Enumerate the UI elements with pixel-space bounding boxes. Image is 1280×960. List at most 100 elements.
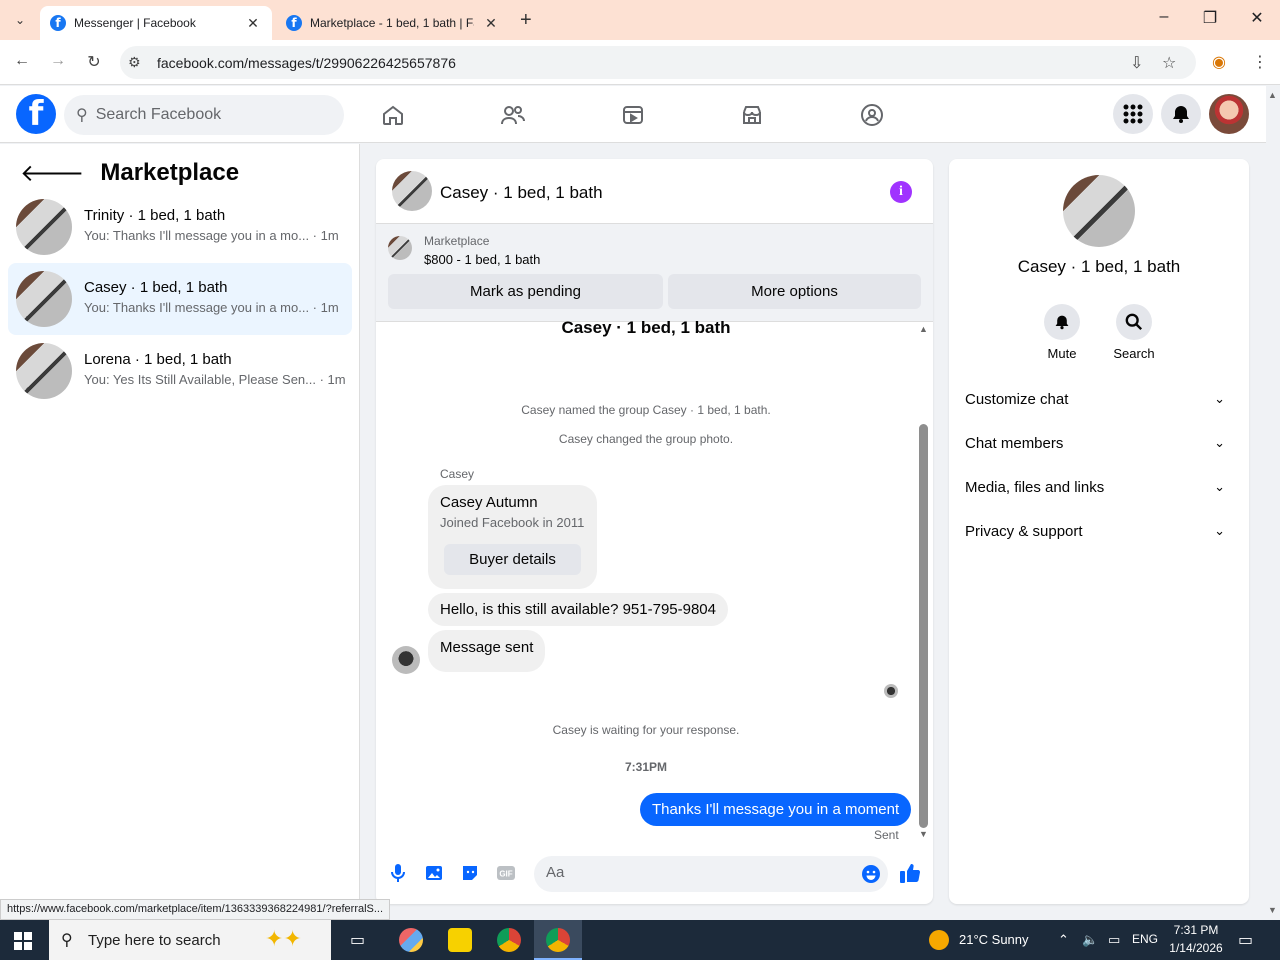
- weather-text[interactable]: 21°C Sunny: [959, 932, 1029, 947]
- tab-search-chevron-icon[interactable]: ⌄: [8, 8, 32, 32]
- chat-title[interactable]: Casey · 1 bed, 1 bath: [440, 183, 603, 203]
- tray-chevron-icon[interactable]: ⌃: [1058, 932, 1069, 948]
- section-privacy-support[interactable]: Privacy & support ⌄: [965, 523, 1233, 543]
- microphone-icon[interactable]: [387, 862, 409, 884]
- marketplace-listing-bar: Marketplace $800 - 1 bed, 1 bath Mark as…: [376, 224, 933, 322]
- forward-icon[interactable]: →: [48, 52, 68, 70]
- facebook-search[interactable]: ⚲: [64, 95, 344, 135]
- windows-start-icon[interactable]: [14, 932, 32, 950]
- search-in-chat-button[interactable]: Search: [1104, 304, 1164, 361]
- section-label: Privacy & support: [965, 523, 1083, 540]
- tab-close-icon[interactable]: ✕: [244, 15, 262, 32]
- account-avatar[interactable]: [1209, 94, 1249, 134]
- mute-label: Mute: [1047, 346, 1077, 361]
- listing-thumbnail[interactable]: [388, 236, 412, 260]
- back-icon[interactable]: ←: [12, 52, 32, 70]
- sticker-icon[interactable]: [459, 862, 481, 884]
- page-scroll-down-icon[interactable]: ▼: [1268, 905, 1277, 915]
- marketplace-icon[interactable]: [737, 100, 767, 130]
- site-settings-icon[interactable]: ⚙: [128, 54, 141, 71]
- paint-app-icon[interactable]: [399, 928, 423, 952]
- chat-info-panel: Casey · 1 bed, 1 bath Mute Search Custom…: [949, 159, 1249, 904]
- chat-thumbnail[interactable]: [392, 171, 432, 211]
- language-indicator[interactable]: ENG: [1132, 932, 1158, 946]
- back-arrow-icon[interactable]: 🡐: [20, 158, 84, 188]
- sender-avatar[interactable]: [392, 646, 420, 674]
- message-input-box[interactable]: [534, 856, 888, 892]
- chrome-profile-icon[interactable]: [497, 928, 521, 952]
- tab-messenger[interactable]: f Messenger | Facebook ✕: [40, 6, 272, 40]
- groups-icon[interactable]: [857, 100, 887, 130]
- more-options-button[interactable]: More options: [668, 274, 921, 309]
- gif-icon[interactable]: GIF: [495, 862, 517, 884]
- svg-text:GIF: GIF: [499, 870, 512, 879]
- thread-title: Casey · 1 bed, 1 bath: [561, 318, 731, 337]
- section-chat-members[interactable]: Chat members ⌄: [965, 435, 1233, 455]
- taskbar-search[interactable]: ⚲ Type here to search ✦✦: [49, 920, 331, 960]
- reload-icon[interactable]: ↻: [84, 52, 104, 72]
- info-icon[interactable]: i: [890, 181, 912, 203]
- incoming-message[interactable]: Message sent: [428, 630, 546, 672]
- emoji-icon[interactable]: [860, 863, 882, 885]
- install-app-icon[interactable]: ⇩: [1130, 53, 1143, 73]
- bell-icon: [1044, 304, 1080, 340]
- chevron-down-icon: ⌄: [1214, 391, 1225, 406]
- scroll-down-arrow-icon[interactable]: ▼: [919, 829, 928, 839]
- tab-marketplace[interactable]: f Marketplace - 1 bed, 1 bath | Fa ✕: [276, 6, 510, 40]
- browser-menu-icon[interactable]: ⋮: [1252, 52, 1268, 72]
- conversation-preview: You: Yes Its Still Available, Please Sen…: [84, 372, 346, 387]
- facebook-top-nav: f ⚲: [0, 86, 1266, 143]
- search-label: Search: [1113, 346, 1155, 361]
- chat-scrollbar[interactable]: [919, 424, 928, 828]
- mute-button[interactable]: Mute: [1032, 304, 1092, 361]
- clock-date[interactable]: 1/14/2026: [1166, 941, 1226, 955]
- clock-time[interactable]: 7:31 PM: [1170, 923, 1222, 937]
- chrome-active-icon[interactable]: [546, 928, 570, 952]
- conversation-name: Casey · 1 bed, 1 bath: [84, 279, 228, 296]
- incoming-message[interactable]: Hello, is this still available? 951-795-…: [428, 593, 728, 626]
- task-view-icon[interactable]: ▭: [350, 930, 365, 950]
- scroll-up-arrow-icon[interactable]: ▲: [919, 324, 928, 334]
- conversation-item-selected[interactable]: Casey · 1 bed, 1 bath You: Thanks I'll m…: [8, 263, 352, 335]
- like-thumb-icon[interactable]: [899, 862, 921, 884]
- outgoing-message[interactable]: Thanks I'll message you in a moment: [640, 793, 912, 826]
- restore-icon[interactable]: ❐: [1190, 8, 1230, 28]
- new-tab-icon[interactable]: +: [520, 9, 532, 32]
- group-photo[interactable]: [1063, 175, 1135, 247]
- tab-title: Marketplace - 1 bed, 1 bath | Fa: [310, 16, 474, 30]
- omnibox[interactable]: ⚙ facebook.com/messages/t/29906226425657…: [120, 46, 1196, 79]
- url-text[interactable]: facebook.com/messages/t/2990622642565787…: [157, 55, 456, 71]
- buyer-details-button[interactable]: Buyer details: [444, 544, 581, 575]
- conversation-item[interactable]: Trinity · 1 bed, 1 bath You: Thanks I'll…: [8, 191, 352, 263]
- mark-pending-button[interactable]: Mark as pending: [388, 274, 663, 309]
- bookmark-star-icon[interactable]: ☆: [1162, 53, 1176, 73]
- listing-thumbnail: [16, 271, 72, 327]
- home-icon[interactable]: [378, 100, 408, 130]
- section-customize-chat[interactable]: Customize chat ⌄: [965, 391, 1233, 411]
- windows-taskbar: ⚲ Type here to search ✦✦ ▭ 21°C Sunny ⌃ …: [0, 920, 1280, 960]
- listing-thumbnail: [16, 343, 72, 399]
- browser-tab-bar: ⌄ f Messenger | Facebook ✕ f Marketplace…: [0, 0, 1280, 40]
- facebook-search-input[interactable]: [95, 106, 316, 124]
- tab-close-icon[interactable]: ✕: [482, 15, 500, 32]
- notifications-bell-icon[interactable]: [1161, 94, 1201, 134]
- facebook-logo-icon[interactable]: f: [16, 94, 56, 134]
- notification-center-icon[interactable]: ▭: [1238, 930, 1253, 950]
- profile-icon[interactable]: ◉: [1212, 52, 1226, 72]
- message-input[interactable]: [546, 864, 846, 881]
- video-icon[interactable]: [618, 100, 648, 130]
- network-icon[interactable]: ▭: [1108, 932, 1120, 948]
- photo-icon[interactable]: [423, 862, 445, 884]
- window-close-icon[interactable]: ✕: [1237, 8, 1277, 28]
- status-bar-url: https://www.facebook.com/marketplace/ite…: [0, 899, 391, 920]
- section-media-files-links[interactable]: Media, files and links ⌄: [965, 479, 1233, 499]
- sticky-notes-icon[interactable]: [448, 928, 472, 952]
- volume-icon[interactable]: 🔈: [1082, 932, 1098, 948]
- minimize-icon[interactable]: –: [1144, 8, 1184, 26]
- friends-icon[interactable]: [498, 100, 528, 130]
- address-bar: ← → ↻ ⚙ facebook.com/messages/t/29906226…: [0, 40, 1280, 85]
- listing-price[interactable]: $800 - 1 bed, 1 bath: [424, 252, 540, 267]
- conversation-item[interactable]: Lorena · 1 bed, 1 bath You: Yes Its Stil…: [8, 335, 352, 407]
- menu-grid-icon[interactable]: [1113, 94, 1153, 134]
- page-scroll-up-icon[interactable]: ▲: [1268, 90, 1277, 100]
